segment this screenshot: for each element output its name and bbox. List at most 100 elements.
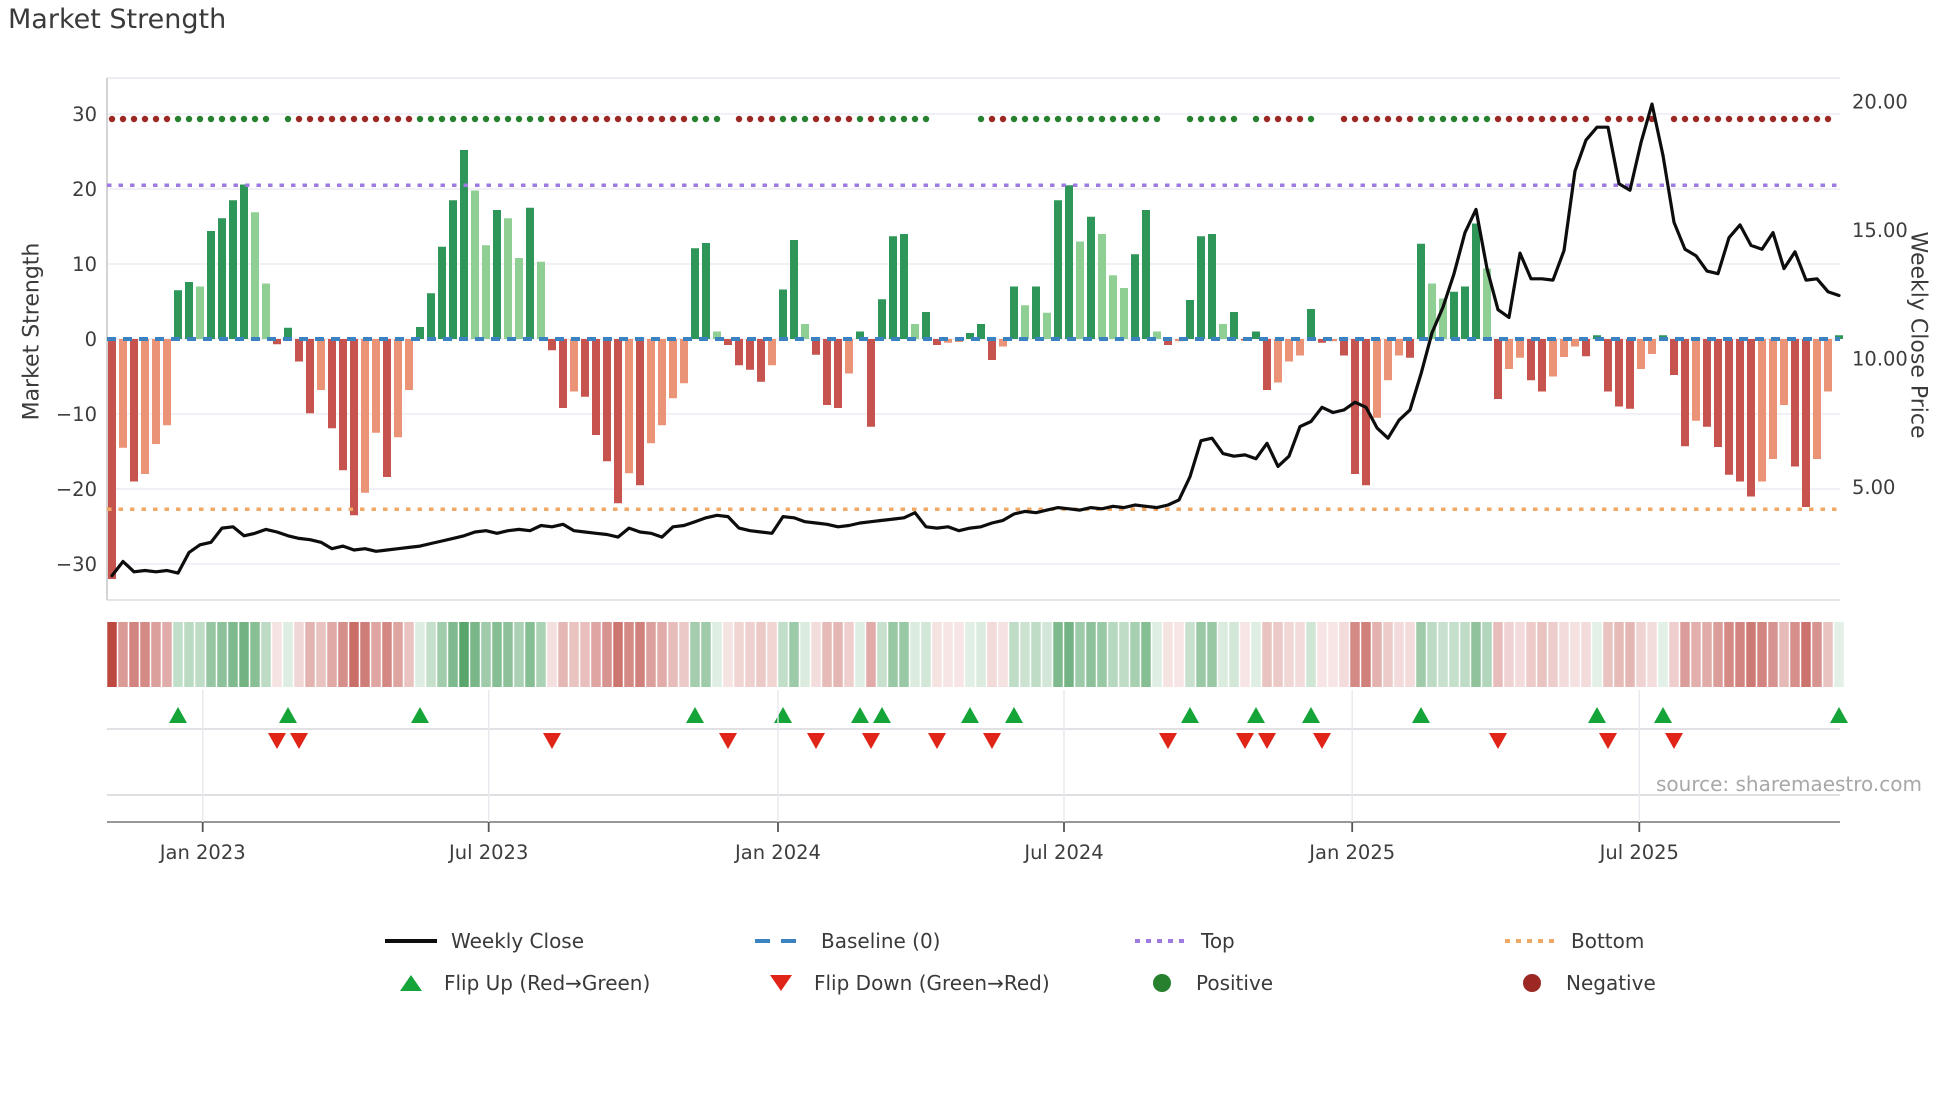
negative-week-dot <box>1274 115 1282 123</box>
negative-week-dot <box>1494 115 1502 123</box>
positive-week-dot <box>1109 115 1117 123</box>
heatmap-cell <box>1790 622 1800 687</box>
strength-bar <box>537 261 545 339</box>
heatmap-cell <box>1438 622 1448 687</box>
heatmap-cell <box>1823 622 1833 687</box>
heatmap-cell <box>129 622 139 687</box>
strength-bar <box>592 339 600 435</box>
positive-week-dot <box>1142 115 1150 123</box>
flip-down-marker <box>268 733 286 749</box>
negative-week-dot <box>735 115 743 123</box>
strength-bar <box>1582 339 1590 357</box>
negative-week-dot <box>1681 115 1689 123</box>
legend-label: Flip Up (Red→Green) <box>444 971 651 995</box>
negative-week-dot <box>1813 115 1821 123</box>
heatmap-cell <box>1229 622 1239 687</box>
baseline-dash-icon <box>755 939 807 943</box>
heatmap-cell <box>118 622 128 687</box>
heatmap-cell <box>536 622 546 687</box>
strength-bar <box>185 282 193 339</box>
strength-bar <box>1340 339 1348 356</box>
negative-week-dot <box>999 115 1007 123</box>
negative-week-dot <box>592 115 600 123</box>
positive-week-dot <box>977 115 985 123</box>
negative-week-dot <box>163 115 171 123</box>
heatmap-cell <box>184 622 194 687</box>
heatmap-cell <box>1416 622 1426 687</box>
strength-bar <box>1219 324 1227 339</box>
legend-item-negative: Negative <box>1512 968 1656 998</box>
strength-bar <box>570 339 578 392</box>
strength-bar <box>1351 339 1359 474</box>
positive-week-dot <box>900 115 908 123</box>
positive-week-dot <box>174 115 182 123</box>
positive-week-dot <box>878 115 886 123</box>
flip-up-marker <box>1588 707 1606 723</box>
heatmap-cell <box>712 622 722 687</box>
strength-bar <box>680 339 688 384</box>
flip-up-marker <box>411 707 429 723</box>
positive-week-dot <box>449 115 457 123</box>
negative-week-dot <box>405 115 413 123</box>
heatmap-cell <box>1691 622 1701 687</box>
negative-week-dot <box>988 115 996 123</box>
strength-bar <box>1802 339 1810 507</box>
negative-week-dot <box>1351 115 1359 123</box>
positive-week-dot <box>416 115 424 123</box>
strength-bar <box>108 339 116 579</box>
heatmap-cell <box>140 622 150 687</box>
strength-bar <box>130 339 138 482</box>
flip-up-marker <box>1412 707 1430 723</box>
strength-bar <box>1120 288 1128 339</box>
heatmap-cell <box>954 622 964 687</box>
x-tick-label: Jan 2024 <box>733 841 821 864</box>
flip-up-marker <box>851 707 869 723</box>
flip-down-marker <box>983 733 1001 749</box>
heatmap-cell <box>965 622 975 687</box>
legend-label: Weekly Close <box>451 929 585 953</box>
positive-week-dot <box>1054 115 1062 123</box>
heatmap-cell <box>1647 622 1657 687</box>
legend-item-weekly-close: Weekly Close <box>385 926 584 956</box>
flip-up-marker <box>1302 707 1320 723</box>
x-tick-label: Jan 2023 <box>158 841 246 864</box>
strength-bar <box>1505 339 1513 369</box>
strength-bar <box>1274 339 1282 383</box>
positive-week-dot <box>207 115 215 123</box>
positive-week-dot <box>1252 115 1260 123</box>
heatmap-cell <box>360 622 370 687</box>
negative-week-dot <box>1703 115 1711 123</box>
left-tick-label: 30 <box>72 103 97 126</box>
heatmap-cell <box>338 622 348 687</box>
strength-bar <box>724 339 732 345</box>
heatmap-cell <box>1614 622 1624 687</box>
heatmap-cell <box>1075 622 1085 687</box>
heatmap-cell <box>1713 622 1723 687</box>
negative-week-dot <box>1758 115 1766 123</box>
strength-bar <box>229 200 237 339</box>
negative-week-dot <box>757 115 765 123</box>
strength-bar <box>1087 216 1095 339</box>
strength-bar <box>1230 312 1238 339</box>
heatmap-cell <box>547 622 557 687</box>
chart-canvas: Jan 2023 Jul 2023 Jan 2024 Jul 2024 Jan 2025… <box>56 77 1908 864</box>
legend-item-flip-down: Flip Down (Green→Red) <box>762 968 1050 998</box>
heatmap-cell <box>1460 622 1470 687</box>
negative-week-dot <box>1582 115 1590 123</box>
strength-bar <box>163 339 171 426</box>
negative-week-dot <box>119 115 127 123</box>
strength-bar <box>1285 339 1293 362</box>
heatmap-cell <box>1427 622 1437 687</box>
heatmap-cell <box>833 622 843 687</box>
negative-week-dot <box>603 115 611 123</box>
negative-week-dot <box>1670 115 1678 123</box>
negative-week-dot <box>1296 115 1304 123</box>
negative-week-dot <box>614 115 622 123</box>
heatmap-cell <box>910 622 920 687</box>
negative-week-dot <box>108 115 116 123</box>
negative-week-dot <box>372 115 380 123</box>
strength-bar <box>1131 254 1139 339</box>
strength-bar <box>1098 234 1106 339</box>
strength-bar <box>493 210 501 339</box>
strength-bar <box>581 339 589 397</box>
